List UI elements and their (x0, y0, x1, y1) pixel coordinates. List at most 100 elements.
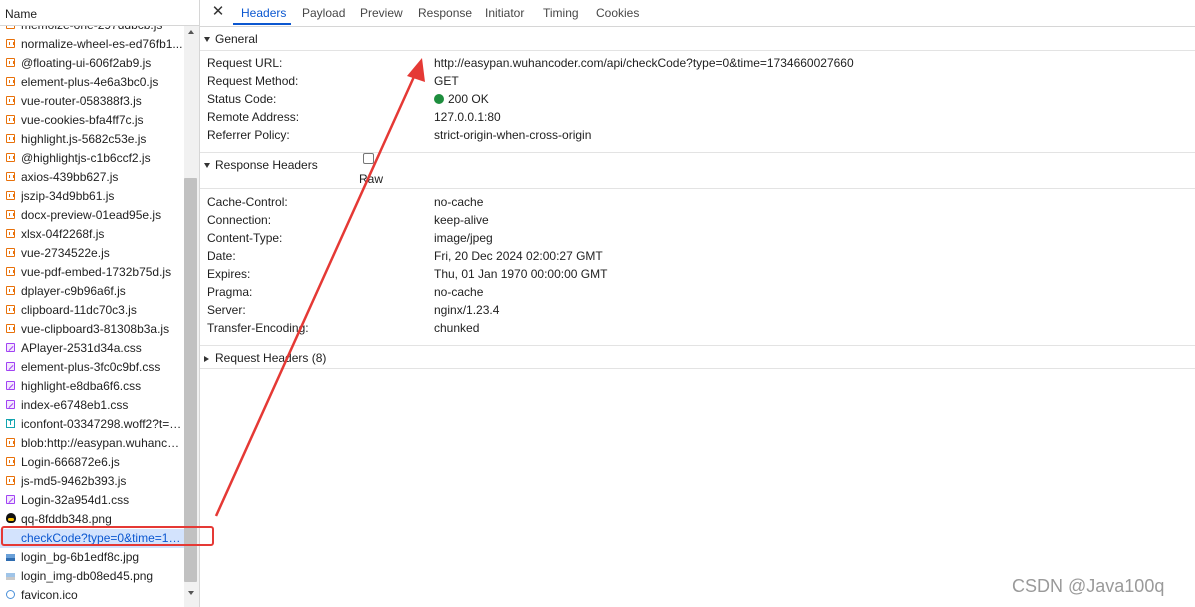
request-row[interactable]: APlayer-2531d34a.css (0, 339, 184, 358)
response-header-key: Transfer-Encoding: (207, 321, 309, 335)
request-name: Login-666872e6.js (21, 455, 120, 469)
request-row[interactable]: normalize-wheel-es-ed76fb1... (0, 35, 184, 54)
request-row[interactable]: clipboard-11dc70c3.js (0, 301, 184, 320)
request-row[interactable]: axios-439bb627.js (0, 168, 184, 187)
request-row[interactable]: vue-pdf-embed-1732b75d.js (0, 263, 184, 282)
scroll-up-arrow-icon[interactable] (188, 30, 194, 34)
request-name: login_img-db08ed45.png (21, 569, 154, 583)
tab-response[interactable]: Response (418, 6, 472, 20)
js-file-icon (6, 210, 15, 219)
js-file-icon (6, 153, 15, 162)
request-row[interactable]: favicon.ico (0, 586, 184, 605)
response-header-value: nginx/1.23.4 (434, 303, 500, 317)
detail-tabbar: ✕ Headers Payload Preview Response Initi… (200, 0, 1195, 27)
request-name: element-plus-4e6a3bc0.js (21, 75, 159, 89)
request-row[interactable]: vue-router-058388f3.js (0, 92, 184, 111)
general-key: Request Method: (207, 74, 299, 88)
js-file-icon (6, 39, 15, 48)
status-ok-dot-icon (434, 94, 444, 104)
request-row[interactable]: index-e6748eb1.css (0, 396, 184, 415)
request-name: vue-router-058388f3.js (21, 94, 142, 108)
list-scrollbar-thumb[interactable] (184, 178, 197, 582)
response-header-key: Connection: (207, 213, 272, 227)
active-tab-indicator (233, 23, 291, 25)
request-row[interactable]: docx-preview-01ead95e.js (0, 206, 184, 225)
response-headers-title: Response Headers (215, 158, 318, 172)
request-row[interactable]: blob:http://easypan.wuhanco... (0, 434, 184, 453)
response-header-value: chunked (434, 321, 480, 335)
request-headers-title: Request Headers (8) (215, 351, 327, 365)
general-key: Status Code: (207, 92, 277, 106)
request-name: blob:http://easypan.wuhanco... (21, 436, 183, 450)
request-row[interactable]: dplayer-c9b96a6f.js (0, 282, 184, 301)
request-name: vue-cookies-bfa4ff7c.js (21, 113, 144, 127)
js-file-icon (6, 172, 15, 181)
response-header-key: Expires: (207, 267, 251, 281)
js-file-icon (6, 77, 15, 86)
request-row[interactable]: element-plus-3fc0c9bf.css (0, 358, 184, 377)
js-file-icon (6, 191, 15, 200)
js-file-icon (6, 305, 15, 314)
scroll-down-arrow-icon[interactable] (188, 591, 194, 595)
request-name: Login-32a954d1.css (21, 493, 130, 507)
tab-headers[interactable]: Headers (241, 6, 286, 20)
request-list: memoize-one-297ddbcb.jsnormalize-wheel-e… (0, 16, 184, 605)
request-row[interactable]: Login-32a954d1.css (0, 491, 184, 510)
request-headers-section-toggle[interactable]: Request Headers (8) (204, 351, 326, 365)
response-header-value: keep-alive (434, 213, 489, 227)
tab-timing[interactable]: Timing (543, 6, 579, 20)
js-file-icon (6, 58, 15, 67)
request-row[interactable]: vue-2734522e.js (0, 244, 184, 263)
request-name: clipboard-11dc70c3.js (21, 303, 137, 317)
general-key: Request URL: (207, 56, 283, 70)
request-row[interactable]: vue-cookies-bfa4ff7c.js (0, 111, 184, 130)
collapsed-triangle-icon (204, 356, 209, 362)
request-name: highlight-e8dba6f6.css (21, 379, 142, 393)
annotation-highlight-box (1, 526, 214, 546)
request-row[interactable]: xlsx-04f2268f.js (0, 225, 184, 244)
request-row[interactable]: Login-666872e6.js (0, 453, 184, 472)
section-divider (200, 188, 1195, 189)
response-header-value: Thu, 01 Jan 1970 00:00:00 GMT (434, 267, 608, 281)
js-file-icon (6, 115, 15, 124)
js-file-icon (6, 134, 15, 143)
request-name: @floating-ui-606f2ab9.js (21, 56, 152, 70)
request-name: favicon.ico (21, 588, 78, 602)
request-name: axios-439bb627.js (21, 170, 119, 184)
request-row[interactable]: vue-clipboard3-81308b3a.js (0, 320, 184, 339)
tab-cookies[interactable]: Cookies (596, 6, 639, 20)
request-name: iconfont-03347298.woff2?t=1... (21, 417, 183, 431)
request-name: js-md5-9462b393.js (21, 474, 127, 488)
raw-checkbox[interactable] (363, 153, 374, 164)
name-column-label: Name (5, 7, 38, 21)
request-row[interactable]: js-md5-9462b393.js (0, 472, 184, 491)
tab-payload[interactable]: Payload (302, 6, 345, 20)
request-name: APlayer-2531d34a.css (21, 341, 142, 355)
request-row[interactable]: login_bg-6b1edf8c.jpg (0, 548, 184, 567)
general-section-toggle[interactable]: General (204, 32, 258, 46)
name-column-header[interactable]: Name (0, 0, 199, 26)
response-headers-section-toggle[interactable]: Response Headers (204, 158, 318, 172)
css-file-icon (6, 400, 15, 409)
request-row[interactable]: @floating-ui-606f2ab9.js (0, 54, 184, 73)
close-icon[interactable]: ✕ (211, 4, 225, 19)
request-row[interactable]: Ticonfont-03347298.woff2?t=1... (0, 415, 184, 434)
tab-preview[interactable]: Preview (360, 6, 403, 20)
request-row[interactable]: element-plus-4e6a3bc0.js (0, 73, 184, 92)
response-header-value: no-cache (434, 285, 484, 299)
request-row[interactable]: highlight.js-5682c53e.js (0, 130, 184, 149)
request-row[interactable]: login_img-db08ed45.png (0, 567, 184, 586)
status-code-text: 200 OK (448, 92, 489, 106)
js-file-icon (6, 96, 15, 105)
request-row[interactable]: jszip-34d9bb61.js (0, 187, 184, 206)
raw-checkbox-label[interactable]: Raw (359, 172, 383, 186)
section-divider (200, 50, 1195, 51)
request-row[interactable]: highlight-e8dba6f6.css (0, 377, 184, 396)
js-file-icon (6, 476, 15, 485)
tab-initiator[interactable]: Initiator (485, 6, 524, 20)
css-file-icon (6, 495, 15, 504)
general-key: Referrer Policy: (207, 128, 290, 142)
request-name: vue-pdf-embed-1732b75d.js (21, 265, 172, 279)
response-header-value: Fri, 20 Dec 2024 02:00:27 GMT (434, 249, 603, 263)
request-row[interactable]: @highlightjs-c1b6ccf2.js (0, 149, 184, 168)
